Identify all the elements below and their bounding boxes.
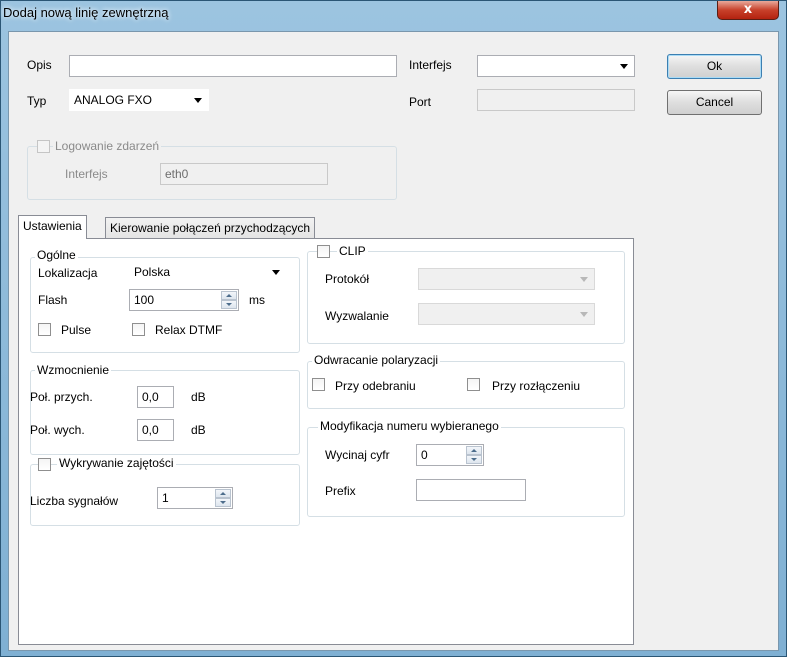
cancel-button[interactable]: Cancel bbox=[667, 90, 762, 115]
logging-interfejs-label: Interfejs bbox=[65, 167, 108, 181]
interfejs-label: Interfejs bbox=[409, 58, 452, 72]
sygnalow-spinner[interactable]: 1 bbox=[157, 487, 233, 509]
flash-label: Flash bbox=[38, 293, 68, 307]
spin-down-icon[interactable] bbox=[221, 300, 237, 309]
polaryzacja-legend: Odwracanie polaryzacji bbox=[312, 353, 441, 367]
interfejs-select[interactable] bbox=[477, 55, 635, 77]
modyfikacja-legend: Modyfikacja numeru wybieranego bbox=[318, 419, 501, 433]
protokol-label: Protokół bbox=[325, 272, 370, 286]
prefix-label: Prefix bbox=[325, 484, 356, 498]
relax-dtmf-label: Relax DTMF bbox=[155, 323, 223, 337]
sygnalow-value: 1 bbox=[162, 491, 169, 505]
spin-up-icon[interactable] bbox=[221, 291, 237, 300]
port-label: Port bbox=[409, 95, 432, 109]
chevron-down-icon bbox=[194, 98, 202, 103]
close-button[interactable]: x bbox=[717, 1, 779, 20]
wycinaj-value: 0 bbox=[421, 448, 428, 462]
protokol-select bbox=[418, 268, 595, 290]
wycinaj-spin-buttons[interactable] bbox=[466, 446, 482, 464]
ok-button[interactable]: Ok bbox=[667, 54, 762, 79]
lokalizacja-select-value: Polska bbox=[134, 265, 171, 279]
chevron-down-icon bbox=[580, 312, 588, 317]
rozlaczeniu-checkbox[interactable] bbox=[467, 378, 480, 391]
pulse-label: Pulse bbox=[61, 323, 92, 337]
wykrywanie-legend: Wykrywanie zajętości bbox=[57, 456, 176, 470]
wych-input[interactable]: 0,0 bbox=[137, 419, 174, 441]
spin-up-icon[interactable] bbox=[466, 446, 482, 455]
chevron-down-icon bbox=[272, 270, 280, 275]
pulse-checkbox[interactable] bbox=[38, 323, 51, 336]
prefix-input[interactable] bbox=[416, 479, 526, 501]
wych-unit: dB bbox=[191, 423, 206, 437]
spin-down-icon[interactable] bbox=[466, 455, 482, 464]
typ-select[interactable]: ANALOG FXO bbox=[69, 89, 209, 111]
wzmocnienie-group bbox=[30, 370, 300, 455]
logging-interfejs-input: eth0 bbox=[160, 163, 328, 185]
opis-input[interactable] bbox=[69, 55, 397, 77]
wyzwalanie-label: Wyzwalanie bbox=[325, 309, 389, 323]
sygnalow-spin-buttons[interactable] bbox=[215, 489, 231, 507]
dialog-window: Dodaj nową linię zewnętrzną x Opis Typ A… bbox=[0, 0, 787, 657]
opis-label: Opis bbox=[27, 58, 52, 72]
rozlaczeniu-label: Przy rozłączeniu bbox=[492, 379, 581, 393]
port-input bbox=[477, 89, 635, 111]
relax-dtmf-checkbox[interactable] bbox=[132, 323, 145, 336]
lokalizacja-label: Lokalizacja bbox=[38, 266, 98, 280]
modyfikacja-group bbox=[307, 427, 625, 517]
logging-legend: Logowanie zdarzeń bbox=[53, 139, 162, 153]
wyzwalanie-select bbox=[418, 303, 595, 325]
wycinaj-label: Wycinaj cyfr bbox=[325, 448, 390, 462]
flash-unit: ms bbox=[249, 293, 265, 307]
spin-down-icon[interactable] bbox=[215, 498, 231, 507]
przych-unit: dB bbox=[191, 390, 206, 404]
przych-input[interactable]: 0,0 bbox=[137, 386, 174, 408]
flash-spin-buttons[interactable] bbox=[221, 291, 237, 309]
lokalizacja-select[interactable]: Polska bbox=[129, 261, 287, 283]
chevron-down-icon bbox=[620, 64, 628, 69]
flash-value: 100 bbox=[134, 293, 155, 307]
window-title: Dodaj nową linię zewnętrzną bbox=[3, 5, 169, 20]
odebraniu-label: Przy odebraniu bbox=[335, 379, 416, 393]
tab-panel-ustawienia: Ogólne Lokalizacja Polska Flash 100 ms P… bbox=[18, 238, 634, 645]
tab-kierowanie[interactable]: Kierowanie połączeń przychodzących bbox=[105, 217, 316, 239]
typ-select-value: ANALOG FXO bbox=[74, 93, 153, 107]
wycinaj-spinner[interactable]: 0 bbox=[416, 444, 484, 466]
chevron-down-icon bbox=[580, 277, 588, 282]
wykrywanie-checkbox[interactable] bbox=[38, 458, 51, 471]
logging-checkbox[interactable] bbox=[37, 140, 50, 153]
ogolne-legend: Ogólne bbox=[35, 248, 78, 262]
title-bar[interactable]: Dodaj nową linię zewnętrzną x bbox=[1, 1, 786, 31]
dialog-client-area: Opis Typ ANALOG FXO Interfejs Port Ok Ca… bbox=[8, 31, 779, 651]
spin-up-icon[interactable] bbox=[215, 489, 231, 498]
wzmocnienie-legend: Wzmocnienie bbox=[35, 363, 112, 377]
wych-label: Poł. wych. bbox=[30, 423, 85, 437]
przych-label: Poł. przych. bbox=[30, 390, 93, 404]
tab-ustawienia[interactable]: Ustawienia bbox=[18, 215, 87, 239]
clip-group bbox=[307, 251, 625, 344]
clip-checkbox[interactable] bbox=[317, 245, 330, 258]
typ-label: Typ bbox=[27, 94, 47, 108]
flash-spinner[interactable]: 100 bbox=[129, 289, 239, 311]
odebraniu-checkbox[interactable] bbox=[312, 378, 325, 391]
sygnalow-label: Liczba sygnałów bbox=[30, 494, 119, 508]
clip-legend: CLIP bbox=[337, 244, 368, 258]
